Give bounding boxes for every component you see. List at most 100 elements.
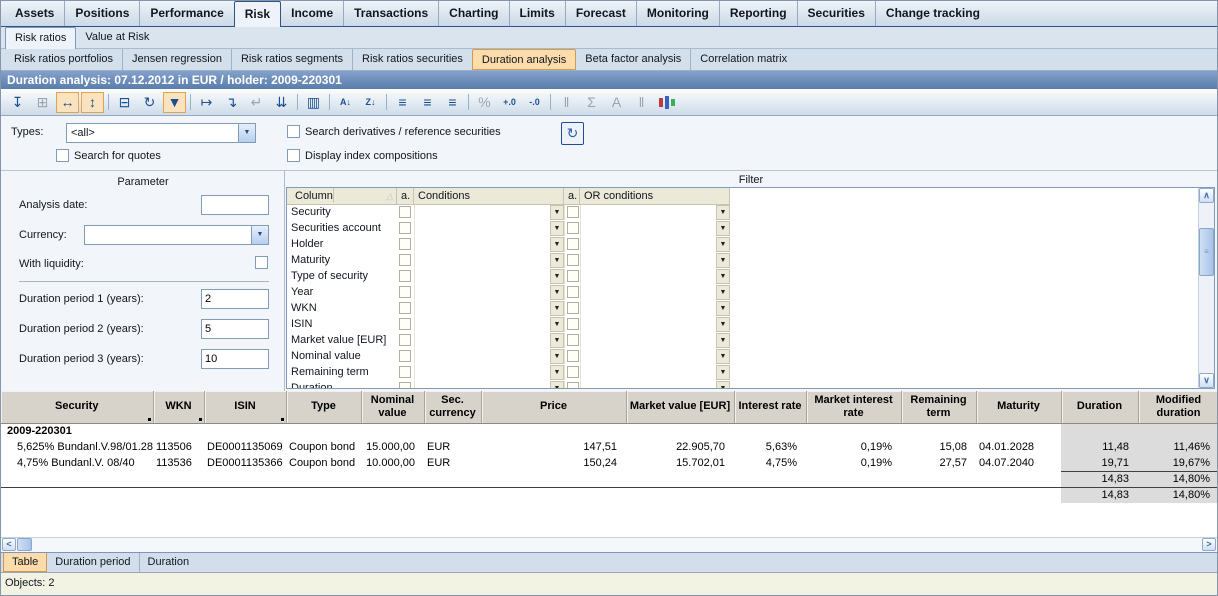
types-select[interactable]: <all> ▼ xyxy=(66,123,256,143)
condition-cell[interactable]: ▼ xyxy=(414,269,564,284)
or-checkbox[interactable] xyxy=(567,270,579,282)
chevron-down-icon[interactable]: ▼ xyxy=(716,221,730,236)
chevron-down-icon[interactable]: ▼ xyxy=(550,349,564,364)
export-icon[interactable]: ↧ xyxy=(6,92,29,113)
copy-icon[interactable]: ⊞ xyxy=(31,92,54,113)
tab-income[interactable]: Income xyxy=(281,1,343,26)
tab-forecast[interactable]: Forecast xyxy=(565,1,636,26)
tab-duration-period-view[interactable]: Duration period xyxy=(47,553,138,572)
tab-duration-view[interactable]: Duration xyxy=(139,553,198,572)
fit-width-icon[interactable]: ↔ xyxy=(56,92,79,113)
col-header-nominal-value[interactable]: Nominal value xyxy=(361,391,424,423)
tab-beta-factor-analysis[interactable]: Beta factor analysis xyxy=(576,49,690,70)
tab-assets[interactable]: Assets xyxy=(5,1,64,26)
scrollbar-thumb[interactable] xyxy=(17,538,32,551)
col-header-maturity[interactable]: Maturity xyxy=(976,391,1061,423)
or-checkbox[interactable] xyxy=(567,382,579,389)
and-checkbox[interactable] xyxy=(399,318,411,330)
sum-icon[interactable]: Σ xyxy=(580,92,603,113)
chevron-down-icon[interactable]: ▼ xyxy=(251,226,268,244)
search-for-quotes-checkbox[interactable] xyxy=(56,149,69,162)
or-condition-cell[interactable]: ▼ xyxy=(580,365,730,380)
or-checkbox[interactable] xyxy=(567,222,579,234)
or-condition-cell[interactable]: ▼ xyxy=(580,381,730,389)
col-header-remaining-term[interactable]: Remaining term xyxy=(901,391,976,423)
col-header-type[interactable]: Type xyxy=(286,391,361,423)
tab-change-tracking[interactable]: Change tracking xyxy=(875,1,990,26)
condition-cell[interactable]: ▼ xyxy=(414,237,564,252)
col-header-price[interactable]: Price xyxy=(481,391,626,423)
filter-header-column[interactable]: Column△ xyxy=(287,188,397,204)
scrollbar-thumb[interactable]: ≡ xyxy=(1199,228,1214,276)
analysis-date-input[interactable] xyxy=(201,195,269,215)
with-liquidity-checkbox[interactable] xyxy=(255,256,268,269)
or-condition-cell[interactable]: ▼ xyxy=(580,349,730,364)
chevron-down-icon[interactable]: ▼ xyxy=(716,317,730,332)
col-header-interest-rate[interactable]: Interest rate xyxy=(734,391,806,423)
or-condition-cell[interactable]: ▼ xyxy=(580,333,730,348)
or-condition-cell[interactable]: ▼ xyxy=(580,269,730,284)
drill-down-icon[interactable]: ↴ xyxy=(220,92,243,113)
tab-transactions[interactable]: Transactions xyxy=(343,1,438,26)
condition-cell[interactable]: ▼ xyxy=(414,333,564,348)
align-center-icon[interactable]: ≡ xyxy=(416,92,439,113)
or-condition-cell[interactable]: ▼ xyxy=(580,253,730,268)
group-columns-icon[interactable]: ‖ xyxy=(555,92,578,113)
table-row[interactable]: 5,625% Bundanl.V.98/01.28 113506 DE00011… xyxy=(1,439,1217,455)
col-header-market-interest-rate[interactable]: Market interest rate xyxy=(806,391,901,423)
scroll-down-icon[interactable]: ∨ xyxy=(1199,373,1214,388)
tab-duration-analysis[interactable]: Duration analysis xyxy=(472,49,576,70)
chevron-down-icon[interactable]: ▼ xyxy=(550,205,564,220)
scroll-up-icon[interactable]: ∧ xyxy=(1199,188,1214,203)
or-checkbox[interactable] xyxy=(567,366,579,378)
or-condition-cell[interactable]: ▼ xyxy=(580,317,730,332)
col-header-sec-currency[interactable]: Sec. currency xyxy=(424,391,481,423)
chevron-down-icon[interactable]: ▼ xyxy=(238,124,255,142)
chevron-down-icon[interactable]: ▼ xyxy=(550,333,564,348)
column-mark-icon[interactable]: ▥ xyxy=(302,92,325,113)
drill-chart-icon[interactable]: ⇊ xyxy=(270,92,293,113)
chevron-down-icon[interactable]: ▼ xyxy=(550,253,564,268)
chevron-down-icon[interactable]: ▼ xyxy=(716,285,730,300)
and-checkbox[interactable] xyxy=(399,286,411,298)
filter-icon[interactable]: ▼ xyxy=(163,92,186,113)
chevron-down-icon[interactable]: ▼ xyxy=(716,253,730,268)
or-checkbox[interactable] xyxy=(567,286,579,298)
col-header-modified-duration[interactable]: Modified duration xyxy=(1138,391,1217,423)
chevron-down-icon[interactable]: ▼ xyxy=(716,205,730,220)
and-checkbox[interactable] xyxy=(399,270,411,282)
tab-securities[interactable]: Securities xyxy=(797,1,875,26)
col-header-market-value[interactable]: Market value [EUR] xyxy=(626,391,734,423)
column-width-icon[interactable]: ‖ xyxy=(630,92,653,113)
percent-icon[interactable]: % xyxy=(473,92,496,113)
and-checkbox[interactable] xyxy=(399,254,411,266)
chevron-down-icon[interactable]: ▼ xyxy=(550,237,564,252)
condition-cell[interactable]: ▼ xyxy=(414,381,564,389)
condition-cell[interactable]: ▼ xyxy=(414,205,564,220)
search-derivatives-checkbox[interactable] xyxy=(287,125,300,138)
col-header-security[interactable]: Security xyxy=(1,391,153,423)
align-left-icon[interactable]: ≡ xyxy=(391,92,414,113)
remove-decimal-icon[interactable]: -.0 xyxy=(523,92,546,113)
and-checkbox[interactable] xyxy=(399,302,411,314)
scroll-left-icon[interactable]: < xyxy=(2,538,16,551)
chevron-down-icon[interactable]: ▼ xyxy=(550,365,564,380)
condition-cell[interactable]: ▼ xyxy=(414,253,564,268)
fit-height-icon[interactable]: ↕ xyxy=(81,92,104,113)
tab-risk-ratios-securities[interactable]: Risk ratios securities xyxy=(352,49,472,70)
tab-correlation-matrix[interactable]: Correlation matrix xyxy=(690,49,796,70)
table-row[interactable]: 4,75% Bundanl.V. 08/40 113536 DE00011353… xyxy=(1,455,1217,471)
or-checkbox[interactable] xyxy=(567,302,579,314)
condition-cell[interactable]: ▼ xyxy=(414,221,564,236)
chevron-down-icon[interactable]: ▼ xyxy=(550,301,564,316)
or-checkbox[interactable] xyxy=(567,238,579,250)
duration-period3-input[interactable] xyxy=(201,349,269,369)
duration-period2-input[interactable] xyxy=(201,319,269,339)
and-checkbox[interactable] xyxy=(399,238,411,250)
and-checkbox[interactable] xyxy=(399,334,411,346)
tab-monitoring[interactable]: Monitoring xyxy=(636,1,719,26)
tab-reporting[interactable]: Reporting xyxy=(719,1,797,26)
or-checkbox[interactable] xyxy=(567,254,579,266)
and-checkbox[interactable] xyxy=(399,382,411,389)
condition-cell[interactable]: ▼ xyxy=(414,365,564,380)
